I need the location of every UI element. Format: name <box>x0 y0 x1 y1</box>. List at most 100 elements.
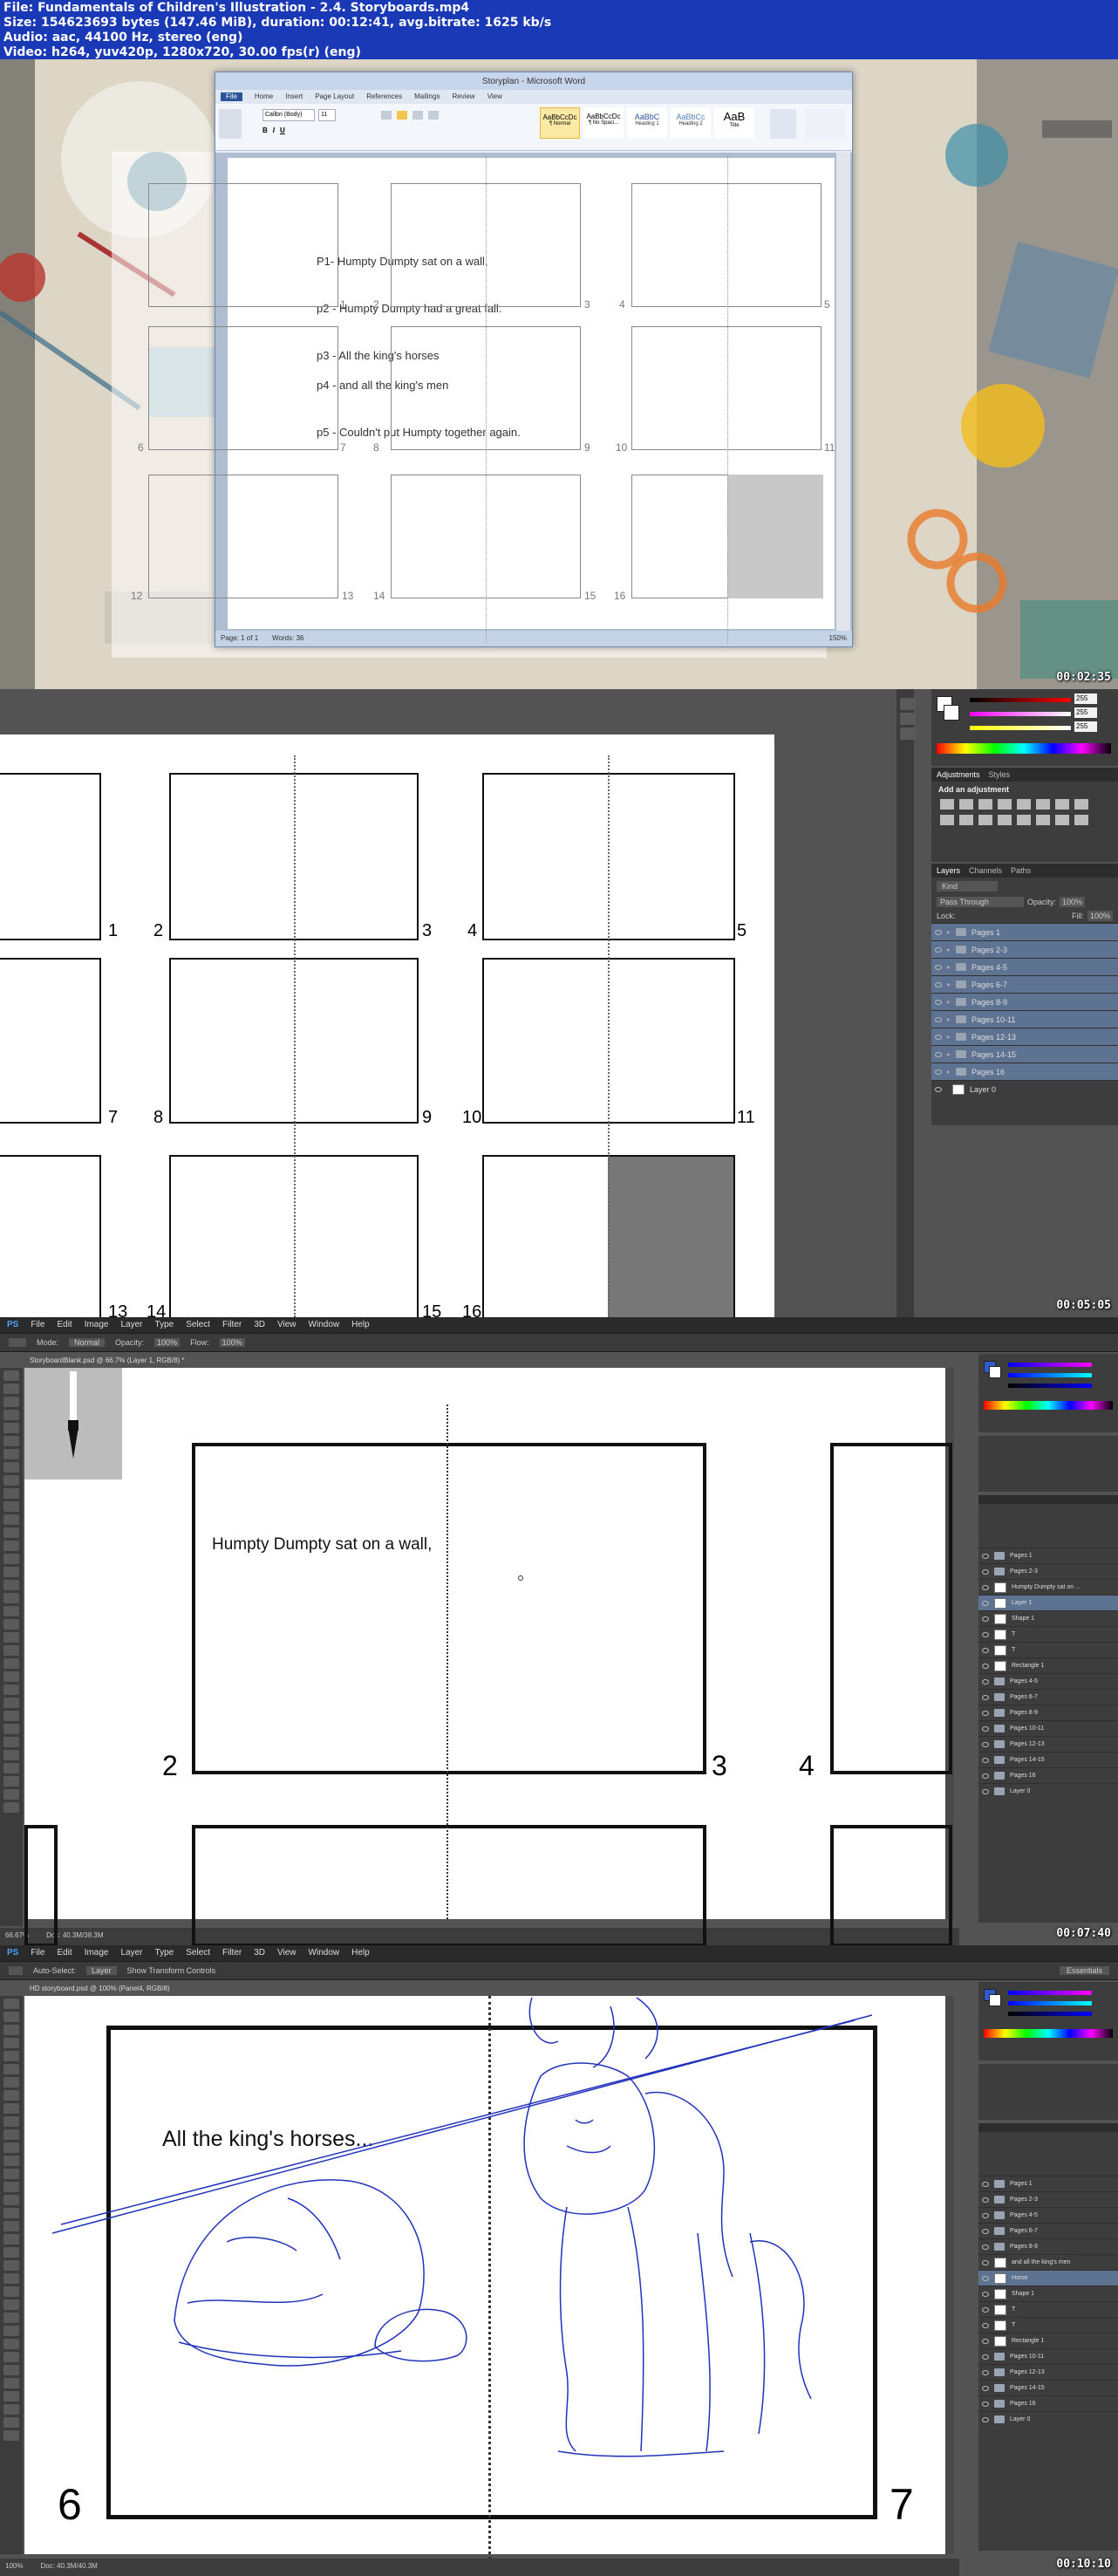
blue-slider[interactable] <box>1008 2012 1092 2016</box>
photo-filter-icon[interactable] <box>940 815 954 825</box>
layer-row[interactable]: Humpty Dumpty sat on ... <box>978 1579 1118 1595</box>
tab-home[interactable]: Home <box>255 92 273 101</box>
eye-icon[interactable] <box>982 1568 989 1575</box>
tool-button[interactable] <box>3 1488 19 1499</box>
layer-row[interactable]: Pages 10-11 <box>978 1720 1118 1736</box>
eye-icon[interactable] <box>982 1678 989 1684</box>
tab-view[interactable]: View <box>487 92 502 101</box>
layer-row[interactable]: Pages 14-15 <box>978 2380 1118 2395</box>
eye-icon[interactable] <box>982 2181 989 2187</box>
tool-button[interactable] <box>3 1698 19 1708</box>
layer-row[interactable]: Pages 1 <box>978 2176 1118 2191</box>
eye-icon[interactable] <box>982 2212 989 2218</box>
menu-image[interactable]: Image <box>85 1320 109 1330</box>
eye-icon[interactable] <box>982 1725 989 1732</box>
layer-row[interactable]: Pages 2-3 <box>978 2191 1118 2207</box>
tool-button[interactable] <box>3 1397 19 1407</box>
layer-row[interactable]: Layer 1 <box>978 1595 1118 1610</box>
blue-slider[interactable] <box>1008 1384 1092 1388</box>
layer-row[interactable]: Pages 1 <box>978 1548 1118 1563</box>
tool-button[interactable] <box>3 1593 19 1603</box>
word-scrollbar[interactable] <box>836 153 850 631</box>
layer-row[interactable]: ▸ Pages 1 <box>931 923 1118 940</box>
levels-icon[interactable] <box>959 799 973 810</box>
layer-row[interactable]: Layer 0 <box>931 1080 1118 1097</box>
eye-icon[interactable] <box>935 981 942 987</box>
paste-button[interactable] <box>219 109 242 139</box>
layer-row[interactable]: Pages 14-15 <box>978 1752 1118 1767</box>
eye-icon[interactable] <box>982 1663 989 1669</box>
menu-layer[interactable]: Layer <box>121 1320 143 1330</box>
eye-icon[interactable] <box>982 2401 989 2407</box>
tool-button[interactable] <box>3 1724 19 1734</box>
tool-button[interactable] <box>3 1410 19 1420</box>
paragraph-icon[interactable] <box>900 728 916 740</box>
tool-button[interactable] <box>3 1619 19 1630</box>
menu-ps[interactable]: PS <box>7 1320 18 1330</box>
expand-arrow-icon[interactable]: ▸ <box>947 981 951 988</box>
tool-button[interactable] <box>3 1501 19 1512</box>
eye-icon[interactable] <box>982 1600 989 1606</box>
layer-row[interactable]: ▸ Pages 8-9 <box>931 993 1118 1010</box>
tab-mailings[interactable]: Mailings <box>414 92 440 101</box>
tool-button[interactable] <box>3 1436 19 1446</box>
channel-mixer-icon[interactable] <box>959 815 973 825</box>
green-slider[interactable] <box>1008 1373 1092 1377</box>
eye-icon[interactable] <box>982 2275 989 2281</box>
tool-button[interactable] <box>3 1802 19 1813</box>
layer-row[interactable]: Pages 12-13 <box>978 2364 1118 2380</box>
layer-row[interactable]: Pages 6-7 <box>978 1689 1118 1705</box>
layer-row[interactable]: ▸ Pages 6-7 <box>931 975 1118 993</box>
word-zoom[interactable]: 150% <box>829 634 847 643</box>
tool-button[interactable] <box>3 1423 19 1433</box>
fill-field[interactable]: 100% <box>1087 911 1113 921</box>
menu-help[interactable]: Help <box>351 1320 370 1330</box>
layer-row[interactable]: Layer 0 <box>978 1783 1118 1799</box>
layer-row[interactable]: T <box>978 1642 1118 1657</box>
green-slider[interactable] <box>1008 2001 1092 2005</box>
layer-row[interactable]: T <box>978 2317 1118 2333</box>
eye-icon[interactable] <box>935 964 942 970</box>
layer-row[interactable]: Shape 1 <box>978 1610 1118 1626</box>
menu-filter[interactable]: Filter <box>222 1320 242 1330</box>
blend-mode-select[interactable]: Pass Through <box>937 897 1024 907</box>
layer-row[interactable]: Pages 2-3 <box>978 1563 1118 1579</box>
layer-row[interactable]: T <box>978 1626 1118 1642</box>
opacity-field[interactable]: 100% <box>1060 897 1086 907</box>
eye-icon[interactable] <box>935 1034 942 1040</box>
tab-layers[interactable]: Layers <box>937 866 960 875</box>
g-value[interactable]: 255 <box>1074 707 1097 718</box>
red-slider[interactable] <box>1008 1363 1092 1367</box>
align-left-icon[interactable] <box>381 111 392 120</box>
tool-button[interactable] <box>3 1658 19 1669</box>
expand-arrow-icon[interactable]: ▸ <box>947 998 951 1006</box>
style-heading2[interactable]: AaBbCc Heading 2 <box>671 107 711 139</box>
tool-button[interactable] <box>3 1449 19 1459</box>
eye-icon[interactable] <box>982 2338 989 2344</box>
change-styles-button[interactable] <box>770 109 796 139</box>
mode-select[interactable]: Normal <box>69 1338 106 1347</box>
balance-icon[interactable] <box>1055 799 1069 810</box>
brightness-icon[interactable] <box>940 799 954 810</box>
kind-filter[interactable]: Kind <box>937 881 998 892</box>
menu-select[interactable]: Select <box>186 1320 210 1330</box>
eye-icon[interactable] <box>982 2354 989 2360</box>
gradient-map-icon[interactable] <box>1055 815 1069 825</box>
eye-icon[interactable] <box>982 1694 989 1700</box>
tool-button[interactable] <box>3 1527 19 1538</box>
tab-paths[interactable]: Paths <box>1011 866 1031 875</box>
eye-icon[interactable] <box>982 1584 989 1590</box>
color-ramp[interactable] <box>984 1401 1113 1410</box>
eye-icon[interactable] <box>982 1616 989 1622</box>
eye-icon[interactable] <box>935 929 942 935</box>
lookup-icon[interactable] <box>978 815 992 825</box>
layer-row[interactable]: Pages 8-9 <box>978 2238 1118 2254</box>
eye-icon[interactable] <box>935 1051 942 1057</box>
eye-icon[interactable] <box>935 999 942 1005</box>
tool-button[interactable] <box>3 1370 19 1381</box>
layer-row[interactable]: ▸ Pages 4-5 <box>931 958 1118 975</box>
layer-row[interactable]: Pages 16 <box>978 2395 1118 2411</box>
posterize-icon[interactable] <box>1017 815 1031 825</box>
style-normal[interactable]: AaBbCcDc ¶ Normal <box>540 107 580 139</box>
layer-row[interactable]: Pages 16 <box>978 1767 1118 1783</box>
